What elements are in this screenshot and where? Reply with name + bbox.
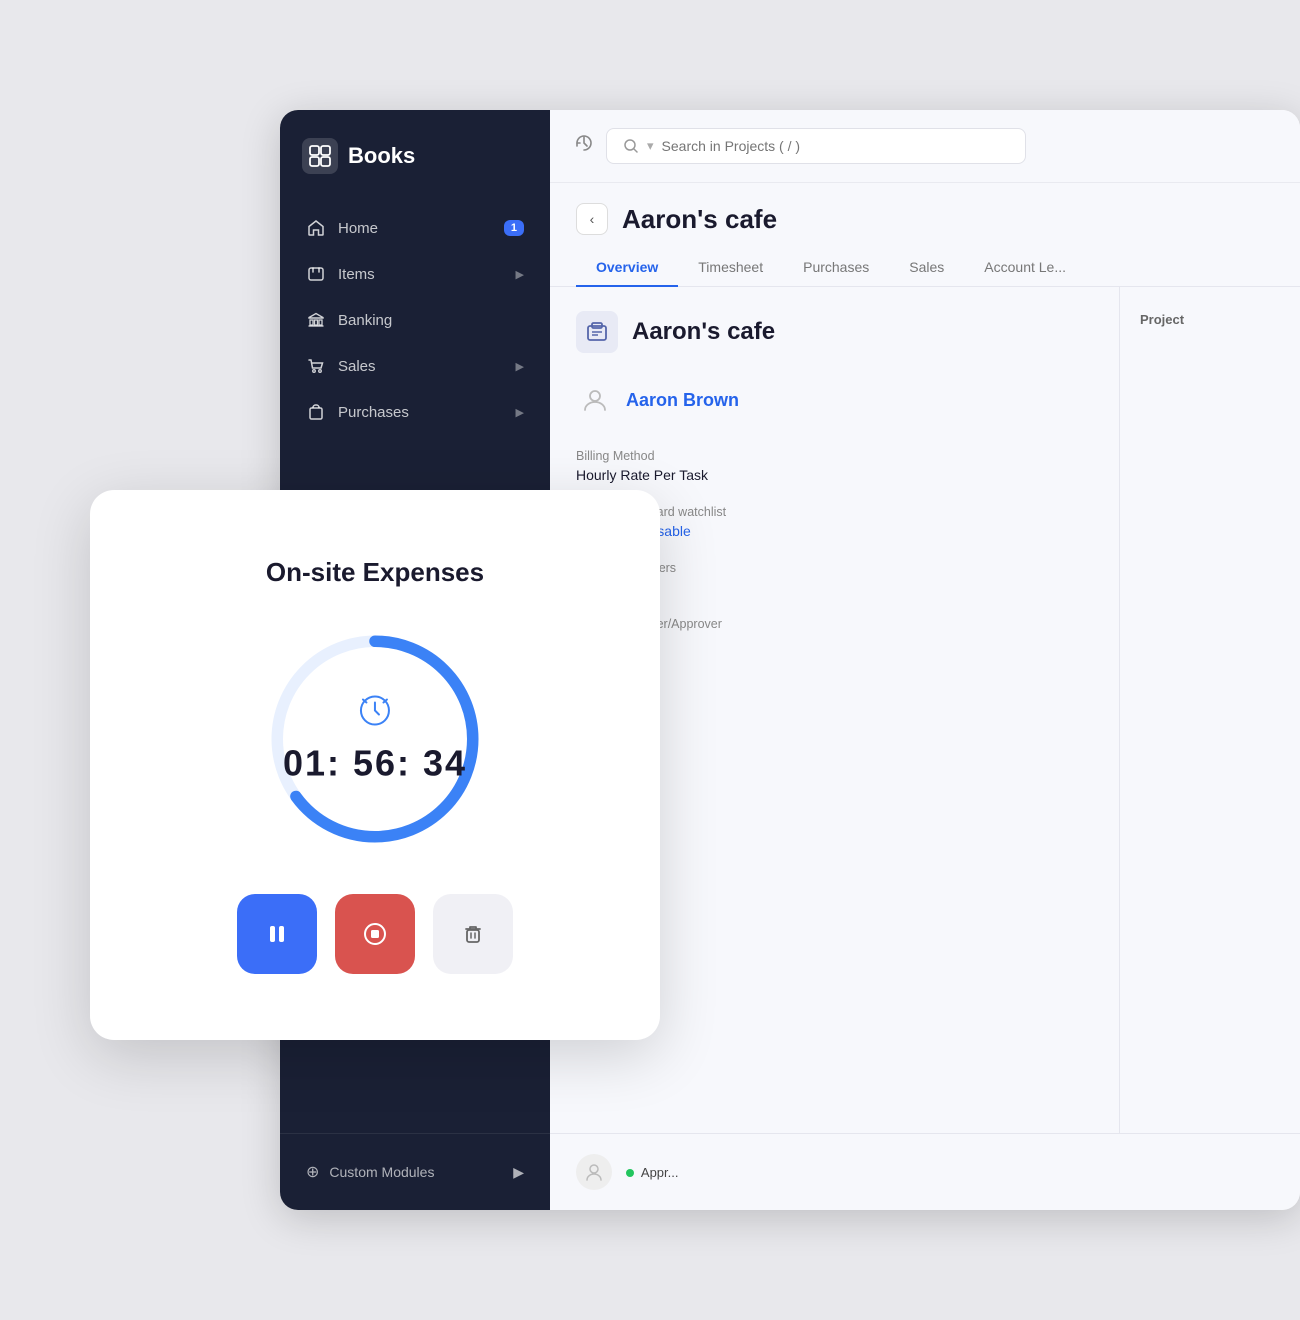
project-name: Aaron's cafe	[632, 318, 775, 346]
banking-icon	[306, 311, 326, 329]
status-label: Appr...	[641, 1165, 679, 1180]
back-button[interactable]: ‹	[576, 203, 608, 235]
project-header: ‹ Aaron's cafe	[550, 183, 1300, 235]
client-row: Aaron Brown	[576, 381, 1093, 419]
sidebar-sales-label: Sales	[338, 358, 376, 375]
overview-right: Project	[1120, 287, 1300, 1133]
search-icon	[623, 138, 639, 154]
sidebar-item-purchases[interactable]: Purchases ▶	[292, 390, 538, 434]
timer-center: 01: 56: 34	[283, 693, 467, 784]
top-bar: ▾	[550, 110, 1300, 183]
sidebar-home-label: Home	[338, 220, 378, 237]
custom-modules-item[interactable]: ⊕ Custom Modules ▶	[292, 1150, 538, 1194]
tab-timesheet[interactable]: Timesheet	[678, 249, 783, 287]
timer-widget: On-site Expenses 01: 56: 34	[90, 490, 660, 1040]
main-content: ▾ ‹ Aaron's cafe Overview Timesheet Purc…	[550, 110, 1300, 1210]
billing-method-value: Hourly Rate Per Task	[576, 467, 1093, 483]
sidebar-banking-label: Banking	[338, 312, 392, 329]
billing-method-label: Billing Method	[576, 449, 1093, 463]
app-logo: Books	[280, 110, 550, 196]
pause-icon	[263, 920, 291, 948]
stop-button[interactable]	[335, 894, 415, 974]
clock-icon	[283, 693, 467, 734]
sidebar-item-items[interactable]: Items ▶	[292, 252, 538, 296]
home-icon	[306, 219, 326, 237]
overview-body: Aaron's cafe Aaron Brown Billing Method	[550, 287, 1300, 1133]
sales-icon	[306, 357, 326, 375]
client-name[interactable]: Aaron Brown	[626, 390, 739, 411]
custom-modules-label: Custom Modules	[329, 1164, 434, 1180]
sidebar-item-home[interactable]: Home 1	[292, 206, 538, 250]
sidebar-item-banking[interactable]: Banking	[292, 298, 538, 342]
bottom-status: Appr...	[626, 1165, 678, 1180]
project-title: Aaron's cafe	[622, 204, 777, 235]
logo-icon	[302, 138, 338, 174]
items-icon	[306, 265, 326, 283]
user-avatar	[576, 1154, 612, 1190]
sales-chevron: ▶	[516, 360, 524, 373]
purchases-icon	[306, 403, 326, 421]
custom-modules-icon: ⊕	[306, 1162, 319, 1182]
right-panel-label: Project	[1140, 312, 1184, 327]
sidebar-item-sales[interactable]: Sales ▶	[292, 344, 538, 388]
project-icon	[576, 311, 618, 353]
tab-purchases[interactable]: Purchases	[783, 249, 889, 287]
status-dot	[626, 1169, 634, 1177]
history-icon[interactable]	[574, 133, 594, 159]
custom-modules-chevron: ▶	[513, 1164, 524, 1181]
sidebar-items-label: Items	[338, 266, 375, 283]
stop-icon	[361, 920, 389, 948]
timer-circle: 01: 56: 34	[260, 624, 490, 854]
project-info-header: Aaron's cafe	[576, 311, 1093, 353]
pause-button[interactable]	[237, 894, 317, 974]
billing-method-section: Billing Method Hourly Rate Per Task	[576, 449, 1093, 483]
search-input[interactable]	[662, 138, 1009, 154]
sidebar-bottom: ⊕ Custom Modules ▶	[280, 1133, 550, 1210]
bottom-area: Appr...	[550, 1133, 1300, 1210]
delete-button[interactable]	[433, 894, 513, 974]
search-bar[interactable]: ▾	[606, 128, 1026, 164]
sidebar-purchases-label: Purchases	[338, 404, 409, 421]
timer-controls	[237, 894, 513, 974]
purchases-chevron: ▶	[516, 406, 524, 419]
items-chevron: ▶	[516, 268, 524, 281]
search-dropdown[interactable]: ▾	[647, 138, 654, 154]
tab-overview[interactable]: Overview	[576, 249, 678, 287]
tab-sales[interactable]: Sales	[889, 249, 964, 287]
timer-display: 01: 56: 34	[283, 742, 467, 784]
home-badge: 1	[504, 220, 524, 236]
tab-account-ledger[interactable]: Account Le...	[964, 249, 1086, 287]
timer-title: On-site Expenses	[266, 557, 484, 588]
delete-icon	[459, 920, 487, 948]
client-icon	[576, 381, 614, 419]
tab-bar: Overview Timesheet Purchases Sales Accou…	[550, 235, 1300, 287]
app-name: Books	[348, 143, 415, 169]
